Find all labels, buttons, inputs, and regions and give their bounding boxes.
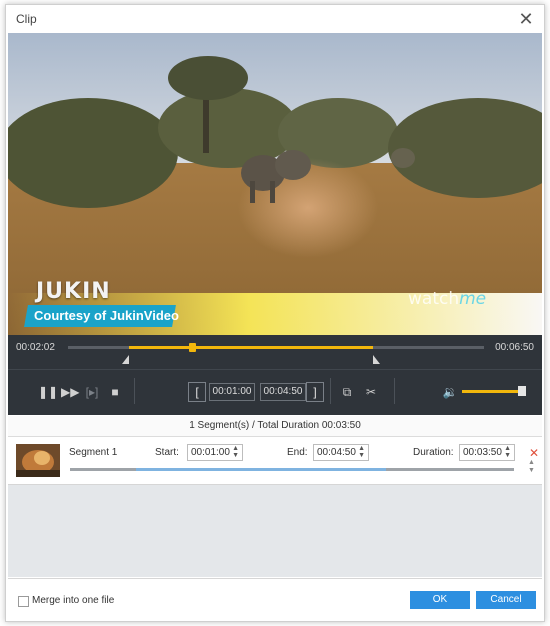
volume-icon[interactable]: 🔉 xyxy=(442,384,458,400)
segment-summary: 1 Segment(s) / Total Duration 00:03:50 xyxy=(8,416,542,437)
volume-slider[interactable] xyxy=(462,390,520,393)
close-icon[interactable]: ✕ xyxy=(516,9,536,29)
stop-icon[interactable]: ■ xyxy=(107,384,123,400)
end-marker[interactable] xyxy=(372,355,380,364)
segment-track xyxy=(70,468,514,471)
volume-thumb[interactable] xyxy=(518,386,526,396)
watchme-me: me xyxy=(459,289,487,309)
duration-value: 00:03:50 xyxy=(463,447,502,458)
segment-list: Segment 1 Start: 00:01:00 ▲ ▼ End: 00:04:… xyxy=(8,437,542,577)
set-end-button[interactable]: ] xyxy=(306,382,324,402)
split-icon[interactable]: ✂ xyxy=(363,384,379,400)
stepper-arrows-icon[interactable]: ▲ ▼ xyxy=(232,445,239,459)
segment-name: Segment 1 xyxy=(69,447,118,458)
selection-range xyxy=(128,346,373,349)
dialog-footer: Merge into one file OK Cancel xyxy=(8,578,542,621)
end-time-box[interactable]: 00:04:50 xyxy=(260,383,306,401)
courtesy-banner: Courtesy of JukinVideo xyxy=(24,305,179,327)
title-bar: Clip ✕ xyxy=(6,5,544,33)
pause-icon[interactable]: ❚❚ xyxy=(38,384,58,400)
playhead[interactable] xyxy=(188,343,196,352)
merge-checkbox[interactable] xyxy=(18,596,29,607)
timeline-track[interactable] xyxy=(68,343,484,352)
divider xyxy=(134,378,135,404)
end-stepper[interactable]: 00:04:50 ▲ ▼ xyxy=(313,444,369,461)
delete-icon[interactable]: ✕ xyxy=(529,446,539,460)
stepper-arrows-icon[interactable]: ▲ ▼ xyxy=(358,445,365,459)
watchme-watch: watch xyxy=(408,289,460,309)
end-value: 00:04:50 xyxy=(317,447,356,458)
watchme-logo: watchme xyxy=(408,289,486,309)
merge-label: Merge into one file xyxy=(32,595,115,606)
player-controls: 00:02:02 00:06:50 ❚❚ ▶▶ [▸] ■ [ 00:01:00… xyxy=(8,335,542,415)
fast-forward-icon[interactable]: ▶▶ xyxy=(61,384,79,400)
divider xyxy=(330,378,331,404)
set-start-button[interactable]: [ xyxy=(188,382,206,402)
next-frame-icon[interactable]: [▸] xyxy=(84,384,100,400)
duration-stepper[interactable]: 00:03:50 ▲ ▼ xyxy=(459,444,515,461)
crop-icon[interactable]: ⧉ xyxy=(339,384,355,400)
start-stepper[interactable]: 00:01:00 ▲ ▼ xyxy=(187,444,243,461)
move-up-icon[interactable]: ▲ xyxy=(528,459,535,466)
segment-thumbnail xyxy=(16,444,60,477)
segment-range xyxy=(136,468,386,471)
controls-divider xyxy=(8,369,542,370)
current-time: 00:02:02 xyxy=(16,342,55,353)
courtesy-text: Courtesy of JukinVideo xyxy=(34,308,179,323)
move-down-icon[interactable]: ▼ xyxy=(528,467,535,474)
jukin-logo: JUKIN xyxy=(36,279,111,304)
start-marker[interactable] xyxy=(121,355,129,364)
total-time: 00:06:50 xyxy=(495,342,534,353)
end-label: End: xyxy=(287,447,308,458)
start-time-box[interactable]: 00:01:00 xyxy=(209,383,255,401)
start-label: Start: xyxy=(155,447,179,458)
stepper-arrows-icon[interactable]: ▲ ▼ xyxy=(504,445,511,459)
clip-dialog: Clip ✕ JUKIN Courtesy of JukinVideo watc… xyxy=(5,4,545,622)
segment-row[interactable]: Segment 1 Start: 00:01:00 ▲ ▼ End: 00:04:… xyxy=(8,437,542,485)
ok-button[interactable]: OK xyxy=(410,591,470,609)
duration-label: Duration: xyxy=(413,447,454,458)
divider xyxy=(394,378,395,404)
window-title: Clip xyxy=(16,12,37,26)
cancel-button[interactable]: Cancel xyxy=(476,591,536,609)
start-value: 00:01:00 xyxy=(191,447,230,458)
video-preview: JUKIN Courtesy of JukinVideo watchme xyxy=(8,33,542,335)
